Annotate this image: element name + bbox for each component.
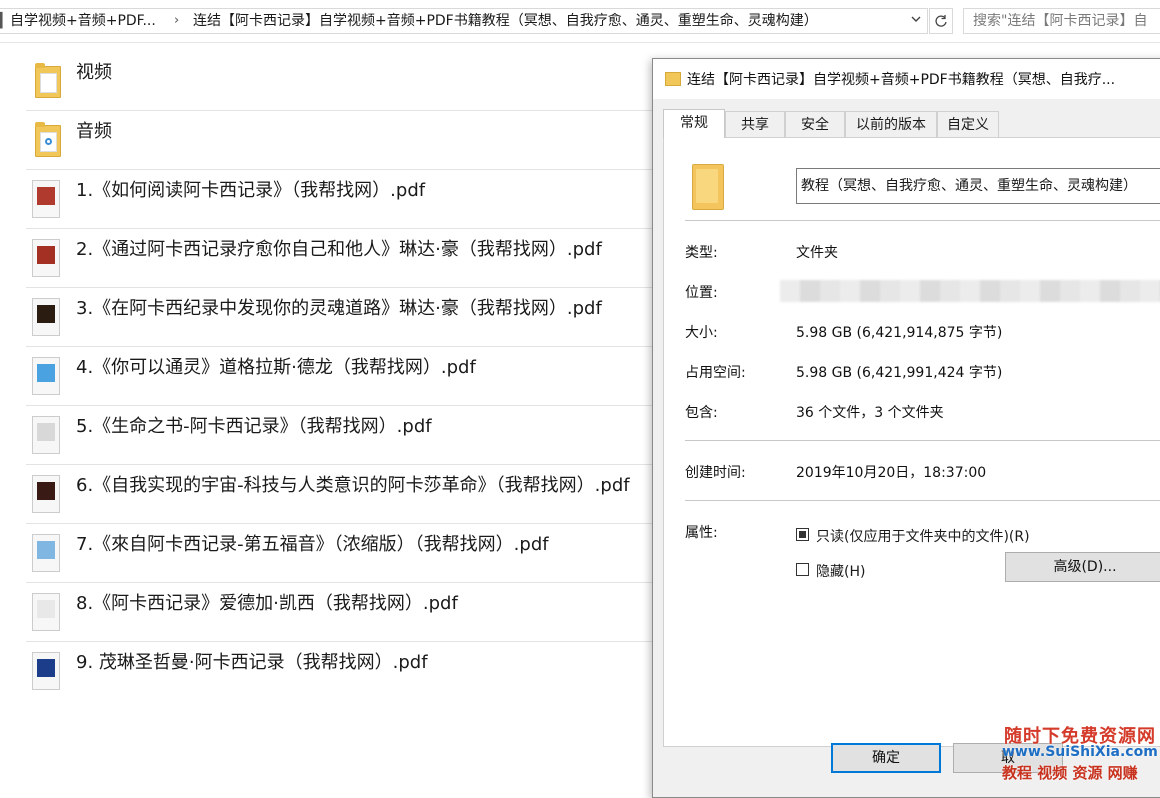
- file-name: 1.《如何阅读阿卡西记录》（我帮找网）.pdf: [76, 180, 426, 201]
- pdf-thumbnail-icon: [32, 475, 62, 515]
- type-value: 文件夹: [796, 245, 838, 261]
- pdf-thumbnail-icon: [32, 239, 62, 279]
- breadcrumb-current[interactable]: 连结【阿卡西记录】自学视频+音频+PDF书籍教程（冥想、自我疗愈、通灵、重塑生命…: [193, 9, 818, 33]
- list-item[interactable]: 5.《生命之书-阿卡西记录》（我帮找网）.pdf: [26, 406, 666, 465]
- divider: [685, 500, 1160, 501]
- created-value: 2019年10月20日，18:37:00: [796, 465, 987, 481]
- ok-button[interactable]: 确定: [831, 743, 941, 773]
- chevron-down-icon[interactable]: [906, 9, 926, 33]
- file-name: 8.《阿卡西记录》爱德加·凯西（我帮找网）.pdf: [76, 593, 458, 614]
- hidden-label[interactable]: 隐藏(H): [816, 561, 865, 581]
- breadcrumb-parent[interactable]: 自学视频+音频+PDF...: [10, 9, 156, 33]
- general-panel: 教程（冥想、自我疗愈、通灵、重塑生命、灵魂构建） 类型: 文件夹 位置: 大小:…: [663, 137, 1160, 747]
- pdf-thumbnail-icon: [32, 534, 62, 574]
- hidden-checkbox[interactable]: [796, 563, 809, 576]
- search-input[interactable]: 搜索"连结【阿卡西记录】自: [963, 8, 1160, 34]
- list-item[interactable]: 2.《通过阿卡西记录疗愈你自己和他人》琳达·豪（我帮找网）.pdf: [26, 229, 666, 288]
- disk-size-label: 占用空间:: [685, 365, 746, 381]
- file-name: 2.《通过阿卡西记录疗愈你自己和他人》琳达·豪（我帮找网）.pdf: [76, 239, 602, 260]
- folder-audio-icon: [32, 121, 62, 161]
- list-item[interactable]: 9. 茂琳圣哲曼·阿卡西记录（我帮找网）.pdf: [26, 642, 666, 700]
- dialog-titlebar[interactable]: 连结【阿卡西记录】自学视频+音频+PDF书籍教程（冥想、自我疗...: [653, 59, 1160, 99]
- folder-name-field[interactable]: 教程（冥想、自我疗愈、通灵、重塑生命、灵魂构建）: [796, 168, 1160, 204]
- tab-security[interactable]: 安全: [785, 111, 845, 137]
- tab-general[interactable]: 常规: [663, 109, 725, 138]
- location-label: 位置:: [685, 285, 718, 301]
- created-label: 创建时间:: [685, 465, 746, 481]
- properties-dialog: 连结【阿卡西记录】自学视频+音频+PDF书籍教程（冥想、自我疗... 常规 共享…: [652, 58, 1160, 798]
- file-name: 5.《生命之书-阿卡西记录》（我帮找网）.pdf: [76, 416, 432, 437]
- pdf-thumbnail-icon: [32, 357, 62, 397]
- file-name: 4.《你可以通灵》道格拉斯·德龙（我帮找网）.pdf: [76, 357, 476, 378]
- dialog-title: 连结【阿卡西记录】自学视频+音频+PDF书籍教程（冥想、自我疗...: [687, 72, 1116, 88]
- watermark-line-2: www.SuiShiXia.com: [1002, 744, 1158, 760]
- readonly-label[interactable]: 只读(仅应用于文件夹中的文件)(R): [816, 526, 1030, 546]
- file-name: 9. 茂琳圣哲曼·阿卡西记录（我帮找网）.pdf: [76, 652, 428, 673]
- advanced-button[interactable]: 高级(D)...: [1005, 552, 1160, 582]
- list-item[interactable]: 6.《自我实现的宇宙-科技与人类意识的阿卡莎革命》（我帮找网）.pdf: [26, 465, 666, 524]
- contains-value: 36 个文件，3 个文件夹: [796, 405, 944, 421]
- divider: [685, 440, 1160, 441]
- size-value: 5.98 GB (6,421,914,875 字节): [796, 325, 1003, 341]
- file-name: 6.《自我实现的宇宙-科技与人类意识的阿卡莎革命》（我帮找网）.pdf: [76, 475, 630, 496]
- folder-icon: [665, 72, 681, 86]
- file-list: 视频 音频 1.《如何阅读阿卡西记录》（我帮找网）.pdf 2.《通过阿卡西记录…: [26, 52, 666, 700]
- location-value-redacted: [780, 280, 1160, 302]
- refresh-icon[interactable]: [929, 8, 953, 34]
- readonly-checkbox[interactable]: [796, 528, 809, 541]
- tab-sharing[interactable]: 共享: [725, 111, 785, 137]
- pdf-thumbnail-icon: [32, 652, 62, 692]
- list-item[interactable]: 4.《你可以通灵》道格拉斯·德龙（我帮找网）.pdf: [26, 347, 666, 406]
- tab-previous-versions[interactable]: 以前的版本: [845, 111, 937, 137]
- list-item[interactable]: 1.《如何阅读阿卡西记录》（我帮找网）.pdf: [26, 170, 666, 229]
- list-item[interactable]: 音频: [26, 111, 666, 170]
- file-name: 视频: [76, 62, 112, 83]
- address-path-box[interactable]: ▎ 自学视频+音频+PDF... › 连结【阿卡西记录】自学视频+音频+PDF书…: [0, 8, 928, 34]
- pdf-thumbnail-icon: [32, 298, 62, 338]
- breadcrumb-separator-icon[interactable]: ›: [174, 9, 179, 33]
- address-bar: ▎ 自学视频+音频+PDF... › 连结【阿卡西记录】自学视频+音频+PDF书…: [0, 0, 1160, 43]
- list-item[interactable]: 视频: [26, 52, 666, 111]
- file-name: 7.《來自阿卡西记录-第五福音》（浓缩版）（我帮找网）.pdf: [76, 534, 549, 555]
- attributes-label: 属性:: [685, 525, 718, 541]
- divider: [685, 220, 1160, 221]
- tab-customize[interactable]: 自定义: [937, 111, 999, 137]
- watermark-line-3: 教程 视频 资源 网赚: [1002, 764, 1138, 782]
- disk-size-value: 5.98 GB (6,421,991,424 字节): [796, 365, 1003, 381]
- size-label: 大小:: [685, 325, 718, 341]
- type-label: 类型:: [685, 245, 718, 261]
- file-name: 音频: [76, 121, 112, 142]
- list-item[interactable]: 7.《來自阿卡西记录-第五福音》（浓缩版）（我帮找网）.pdf: [26, 524, 666, 583]
- pdf-thumbnail-icon: [32, 416, 62, 456]
- folder-icon: [692, 164, 724, 210]
- file-name: 3.《在阿卡西纪录中发现你的灵魂道路》琳达·豪（我帮找网）.pdf: [76, 298, 602, 319]
- pdf-thumbnail-icon: [32, 180, 62, 220]
- list-item[interactable]: 8.《阿卡西记录》爱德加·凯西（我帮找网）.pdf: [26, 583, 666, 642]
- pdf-thumbnail-icon: [32, 593, 62, 633]
- list-item[interactable]: 3.《在阿卡西纪录中发现你的灵魂道路》琳达·豪（我帮找网）.pdf: [26, 288, 666, 347]
- contains-label: 包含:: [685, 405, 718, 421]
- folder-icon: [32, 62, 62, 102]
- watermark: 随时下免费资源网 www.SuiShiXia.com 教程 视频 资源 网赚: [1000, 722, 1160, 786]
